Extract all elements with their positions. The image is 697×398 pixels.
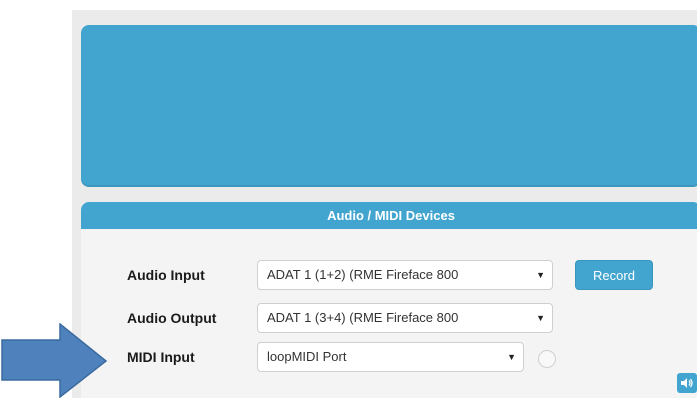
audio-input-label: Audio Input [127,267,205,283]
audio-input-value: ADAT 1 (1+2) (RME Fireface 800 [267,267,459,282]
right-arrow-icon [1,323,108,398]
audio-output-select[interactable]: ADAT 1 (3+4) (RME Fireface 800 ▼ [257,303,553,333]
audio-output-label: Audio Output [127,310,217,326]
display-panel [81,25,697,187]
audio-input-select[interactable]: ADAT 1 (1+2) (RME Fireface 800 ▼ [257,260,553,290]
chevron-down-icon: ▼ [507,352,516,362]
speaker-icon [681,378,693,388]
chevron-down-icon: ▼ [536,270,545,280]
midi-input-select[interactable]: loopMIDI Port ▼ [257,342,524,372]
devices-panel-title: Audio / MIDI Devices [81,202,697,229]
speaker-button[interactable] [677,373,697,393]
midi-input-label: MIDI Input [127,349,195,365]
record-button[interactable]: Record [575,260,653,290]
audio-output-value: ADAT 1 (3+4) (RME Fireface 800 [267,310,459,325]
midi-activity-indicator [538,350,556,368]
chevron-down-icon: ▼ [536,313,545,323]
midi-input-value: loopMIDI Port [267,349,347,364]
audio-midi-devices-panel: Audio / MIDI Devices Audio Input ADAT 1 … [81,202,697,398]
